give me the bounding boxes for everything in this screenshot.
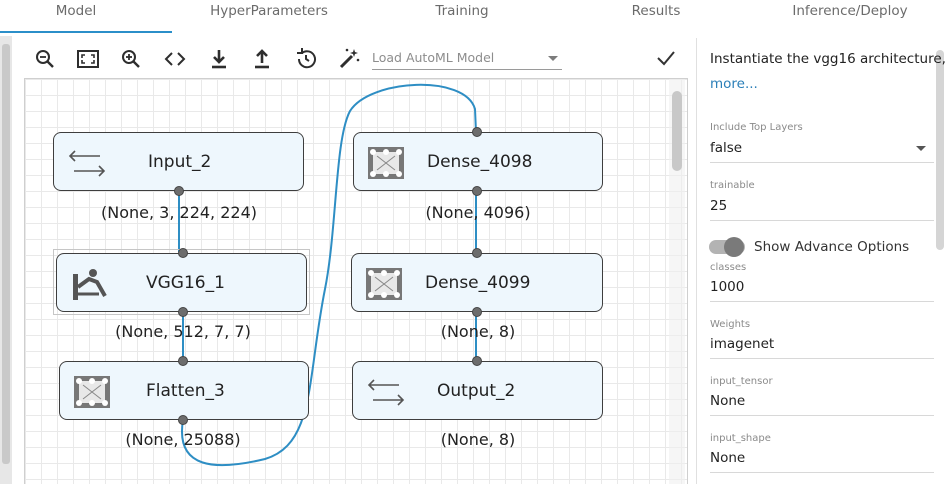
active-tab-indicator xyxy=(0,31,172,33)
magic-wand-icon[interactable] xyxy=(336,46,362,72)
automl-select-placeholder: Load AutoML Model xyxy=(372,50,495,65)
layer-block-icon xyxy=(72,374,112,410)
tab-model[interactable]: Model xyxy=(56,3,97,19)
port-output-2-in[interactable] xyxy=(472,356,482,366)
upload-icon[interactable] xyxy=(249,46,275,72)
download-icon[interactable] xyxy=(206,46,232,72)
node-label: Output_2 xyxy=(437,381,516,401)
advance-options-toggle[interactable] xyxy=(709,237,745,257)
node-flatten-3[interactable]: Flatten_3 xyxy=(59,361,309,420)
tab-bar: Model HyperParameters Training Results I… xyxy=(0,0,947,33)
input-tensor-label: input_tensor xyxy=(710,376,773,387)
tab-hyperparameters[interactable]: HyperParameters xyxy=(210,3,328,19)
layer-block-icon xyxy=(364,266,404,302)
output-shape-flatten-3: (None, 25088) xyxy=(125,430,241,449)
node-label: Dense_4098 xyxy=(427,152,533,172)
port-input-2-out[interactable] xyxy=(174,186,184,196)
code-icon[interactable] xyxy=(162,46,188,72)
properties-panel: Instantiate the vgg16 architecture, more… xyxy=(696,38,947,484)
layer-block-icon xyxy=(366,145,406,181)
port-flatten-3-out[interactable] xyxy=(178,415,188,425)
port-dense-4098-out[interactable] xyxy=(472,186,482,196)
port-dense-4099-in[interactable] xyxy=(472,248,482,258)
zoom-out-icon[interactable] xyxy=(32,46,58,72)
swap-arrows-icon xyxy=(66,145,106,181)
field-underline xyxy=(710,415,934,416)
left-scrollbar[interactable] xyxy=(0,36,12,484)
node-label: Flatten_3 xyxy=(146,381,225,401)
classes-label: classes xyxy=(710,262,747,273)
field-underline xyxy=(710,220,934,221)
output-shape-input-2: (None, 3, 224, 224) xyxy=(101,203,257,222)
port-vgg16-1-in[interactable] xyxy=(178,248,188,258)
node-label: Input_2 xyxy=(148,152,212,172)
trainable-field[interactable]: 25 xyxy=(710,198,727,214)
vgg-person-icon xyxy=(69,266,109,302)
output-shape-dense-4098: (None, 4096) xyxy=(425,203,531,222)
tab-training[interactable]: Training xyxy=(435,3,488,19)
port-dense-4098-in[interactable] xyxy=(472,127,482,137)
layer-description: Instantiate the vgg16 architecture, xyxy=(710,51,946,67)
input-shape-label: input_shape xyxy=(710,433,771,444)
input-tensor-field[interactable]: None xyxy=(710,393,745,409)
weights-field[interactable]: imagenet xyxy=(710,336,774,352)
model-canvas[interactable]: Input_2 (None, 3, 224, 224) VGG16_1 (Non… xyxy=(24,78,688,484)
node-dense-4098[interactable]: Dense_4098 xyxy=(353,132,603,191)
field-underline xyxy=(710,162,934,163)
tab-results[interactable]: Results xyxy=(632,3,681,19)
swap-arrows-icon xyxy=(365,374,405,410)
weights-label: Weights xyxy=(710,319,751,330)
chevron-down-icon[interactable] xyxy=(916,146,926,151)
node-label: VGG16_1 xyxy=(146,273,225,293)
node-input-2[interactable]: Input_2 xyxy=(53,132,304,191)
output-shape-vgg16-1: (None, 512, 7, 7) xyxy=(115,322,251,341)
port-dense-4099-out[interactable] xyxy=(472,307,482,317)
input-shape-field[interactable]: None xyxy=(710,450,745,466)
tab-inference-deploy[interactable]: Inference/Deploy xyxy=(792,3,907,19)
include-top-select[interactable]: false xyxy=(710,140,742,156)
left-scrollbar-thumb[interactable] xyxy=(2,44,10,464)
app-root: Model HyperParameters Training Results I… xyxy=(0,0,947,484)
node-vgg16-1[interactable]: VGG16_1 xyxy=(56,253,307,312)
toggle-knob xyxy=(724,237,744,257)
history-icon[interactable] xyxy=(293,46,319,72)
field-underline xyxy=(710,472,934,473)
chevron-down-icon xyxy=(548,56,558,61)
automl-model-select[interactable]: Load AutoML Model xyxy=(372,48,562,70)
classes-field[interactable]: 1000 xyxy=(710,279,744,295)
port-vgg16-1-out[interactable] xyxy=(178,307,188,317)
output-shape-dense-4099: (None, 8) xyxy=(440,322,516,341)
output-shape-output-2: (None, 8) xyxy=(440,430,516,449)
field-underline xyxy=(710,301,934,302)
include-top-label: Include Top Layers xyxy=(710,122,803,133)
panel-scrollbar[interactable] xyxy=(936,50,944,250)
node-dense-4099[interactable]: Dense_4099 xyxy=(351,253,603,312)
port-flatten-3-in[interactable] xyxy=(178,356,188,366)
trainable-label: trainable xyxy=(710,180,755,191)
node-output-2[interactable]: Output_2 xyxy=(352,361,603,420)
fit-screen-icon[interactable] xyxy=(75,46,101,72)
field-underline xyxy=(710,358,934,359)
zoom-in-icon[interactable] xyxy=(118,46,144,72)
node-label: Dense_4099 xyxy=(425,273,531,293)
checkmark-icon[interactable] xyxy=(654,46,678,70)
more-link[interactable]: more... xyxy=(710,76,758,92)
canvas-toolbar: Load AutoML Model xyxy=(14,38,694,80)
advance-options-label: Show Advance Options xyxy=(754,239,910,255)
